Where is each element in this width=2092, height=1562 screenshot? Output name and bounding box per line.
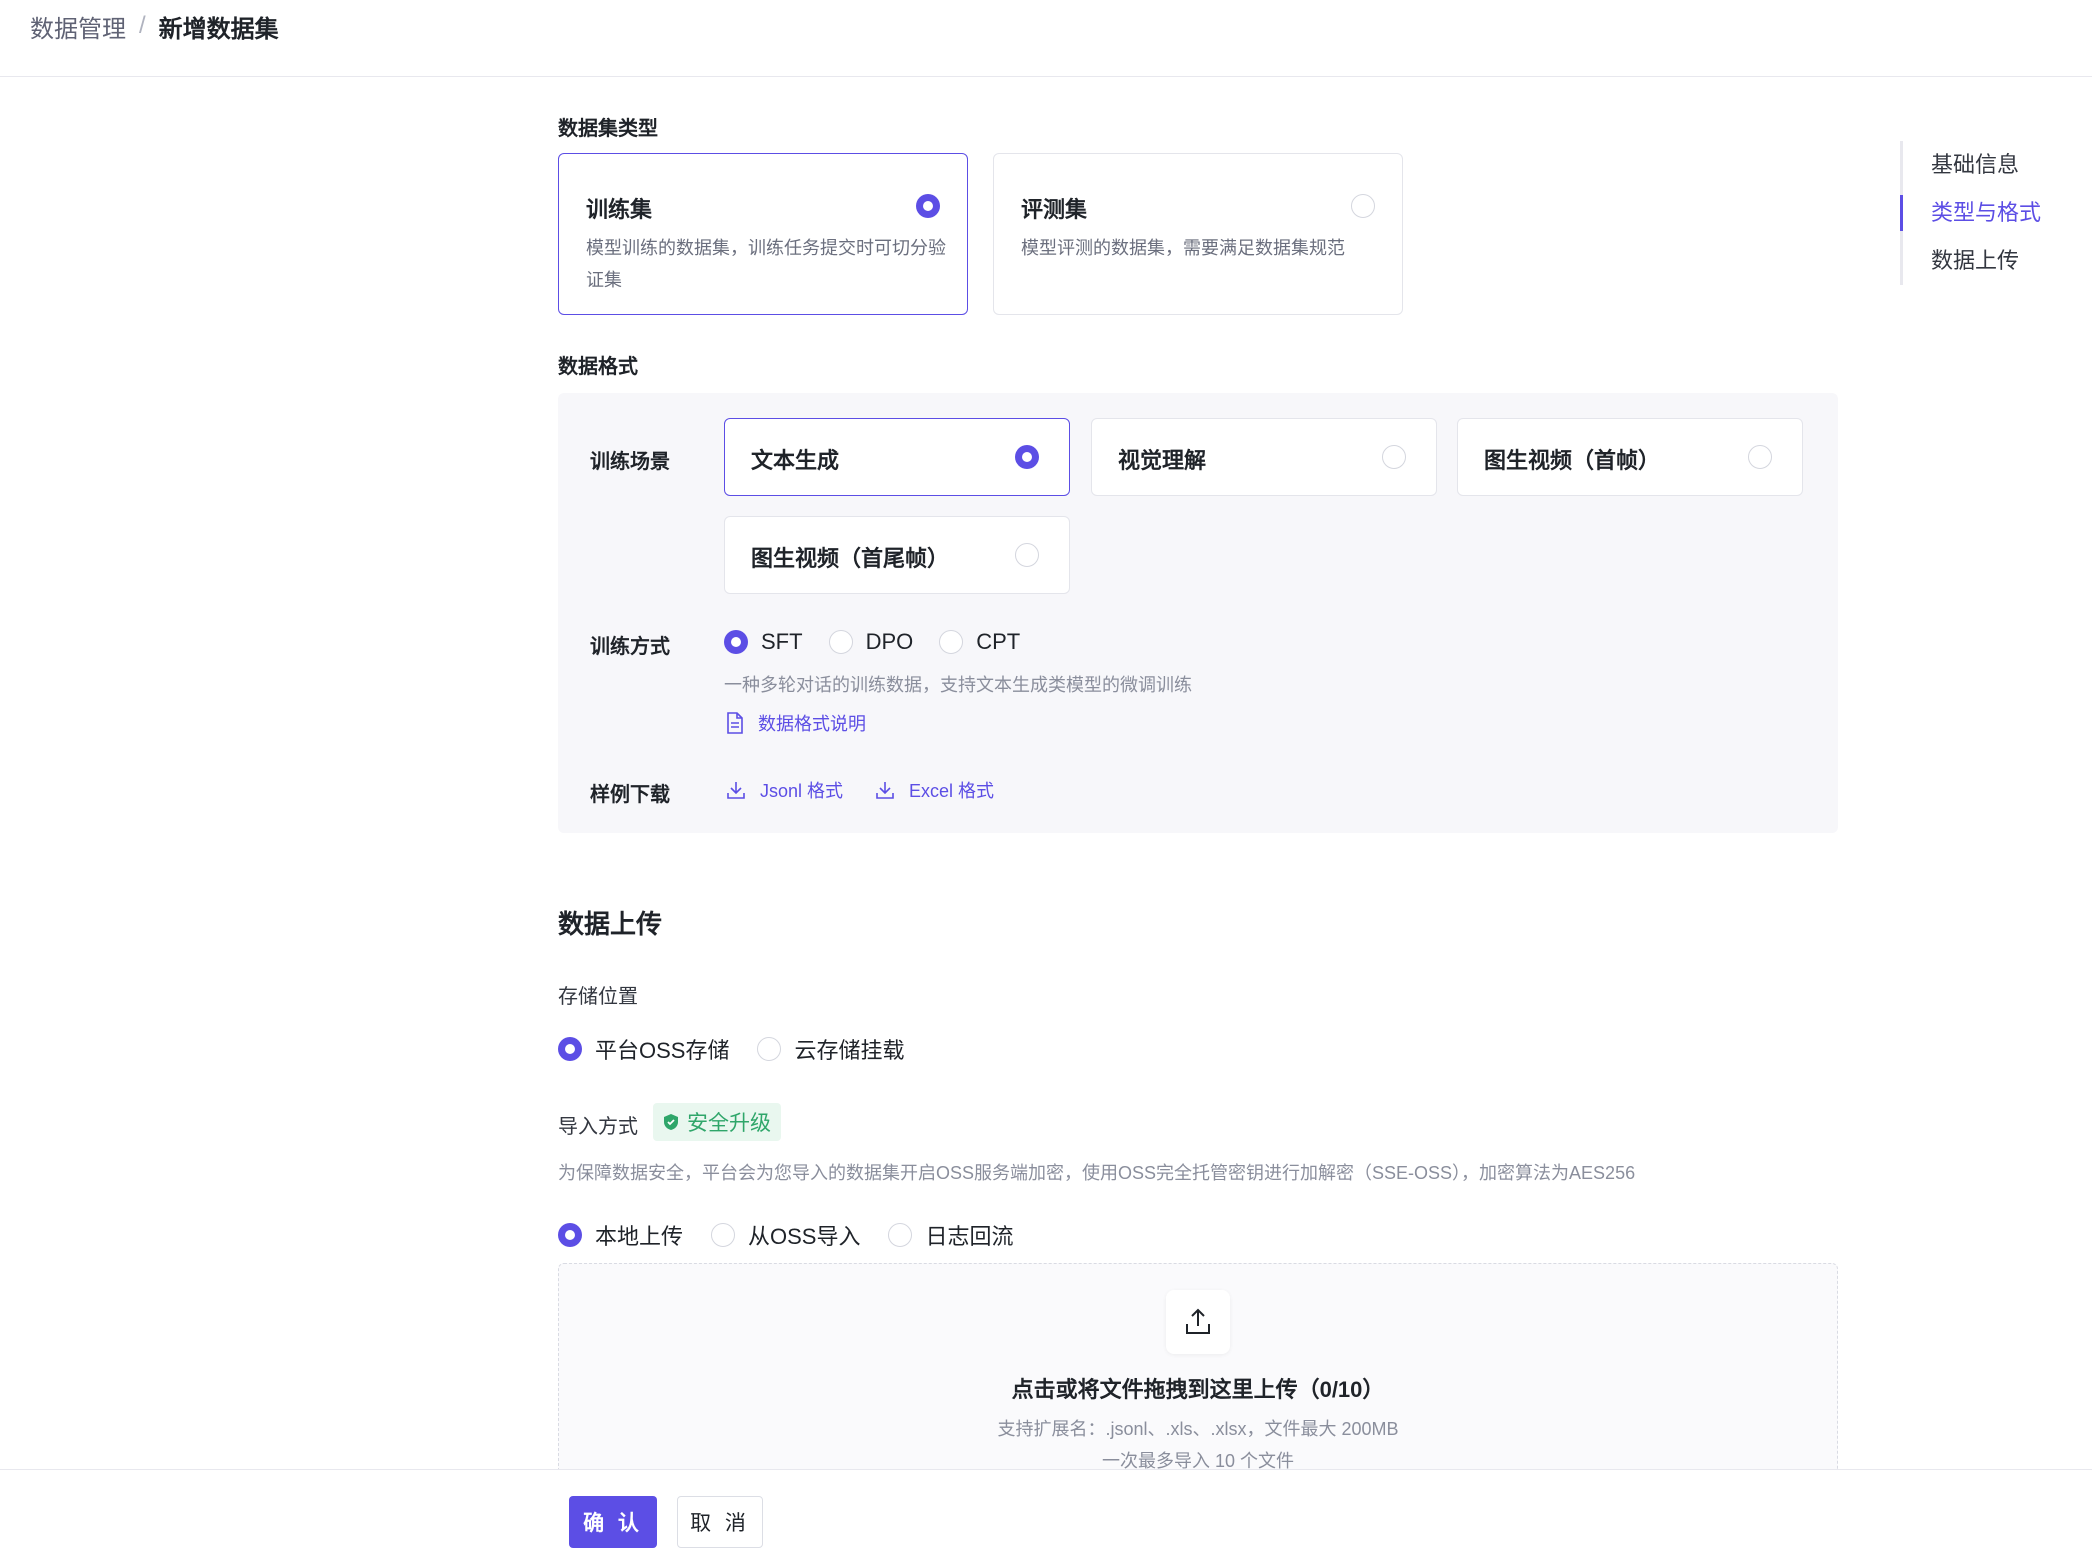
import-method-label: 导入方式 [558, 1116, 638, 1138]
page-header: 数据管理 / 新增数据集 [0, 0, 2092, 77]
dataset-type-card-train[interactable]: 训练集 模型训练的数据集，训练任务提交时可切分验证集 [558, 153, 968, 315]
breadcrumb-separator: / [139, 12, 146, 39]
training-method-label: 训练方式 [590, 636, 670, 658]
format-doc-link-text: 数据格式说明 [758, 714, 866, 734]
import-label: 日志回流 [925, 1224, 1014, 1249]
scene-title: 视觉理解 [1118, 448, 1207, 473]
import-radio-group: 本地上传 从OSS导入 日志回流 [558, 1219, 1040, 1251]
import-label: 从OSS导入 [748, 1224, 861, 1249]
anchor-item-basic-info[interactable]: 基础信息 [1903, 141, 2041, 189]
download-excel-text: Excel 格式 [909, 781, 995, 801]
import-radio[interactable] [558, 1223, 582, 1247]
scene-card-image-to-video-first-last[interactable]: 图生视频（首尾帧） [724, 516, 1070, 594]
storage-radio[interactable] [757, 1037, 782, 1061]
security-upgrade-text: 安全升级 [687, 1112, 771, 1135]
confirm-button[interactable]: 确 认 [569, 1496, 657, 1548]
data-upload-title: 数据上传 [558, 909, 663, 939]
scene-card-visual-understanding[interactable]: 视觉理解 [1091, 418, 1437, 496]
breadcrumb-parent-link[interactable]: 数据管理 [30, 9, 126, 44]
scene-radio[interactable] [1382, 445, 1406, 469]
data-format-panel: 训练场景 文本生成 视觉理解 图生视频（首帧） 图生视频（首尾帧） 训练方式 S… [558, 393, 1838, 833]
storage-radio-group: 平台OSS存储 云存储挂载 [558, 1033, 930, 1065]
scene-radio[interactable] [1015, 445, 1039, 469]
download-excel-link[interactable]: Excel 格式 [875, 777, 994, 803]
dataset-type-radio[interactable] [916, 194, 940, 218]
scene-title: 图生视频（首尾帧） [751, 546, 950, 571]
sample-download-label: 样例下载 [590, 784, 670, 806]
scene-title: 文本生成 [751, 448, 840, 473]
scene-title: 图生视频（首帧） [1484, 448, 1661, 473]
method-radio[interactable] [724, 630, 748, 654]
storage-radio[interactable] [558, 1037, 582, 1061]
scene-radio[interactable] [1748, 445, 1772, 469]
method-option-dpo[interactable]: DPO [828, 629, 914, 655]
cancel-button[interactable]: 取 消 [677, 1496, 763, 1548]
scene-radio[interactable] [1015, 543, 1039, 567]
download-icon [876, 782, 894, 799]
download-jsonl-text: Jsonl 格式 [760, 781, 844, 801]
dataset-type-desc: 模型评测的数据集，需要满足数据集规范 [1021, 238, 1345, 258]
dataset-type-title: 评测集 [1021, 197, 1088, 222]
scene-card-image-to-video-first[interactable]: 图生视频（首帧） [1457, 418, 1803, 496]
storage-location-label: 存储位置 [558, 986, 638, 1008]
method-option-sft[interactable]: SFT [724, 629, 803, 655]
import-radio[interactable] [888, 1223, 913, 1247]
security-upgrade-tag: 安全升级 [653, 1103, 781, 1141]
dataset-type-title: 训练集 [586, 197, 653, 222]
method-option-cpt[interactable]: CPT [939, 629, 1020, 655]
shield-check-icon [664, 1114, 678, 1130]
anchor-item-type-format[interactable]: 类型与格式 [1899, 189, 2041, 237]
training-scene-label: 训练场景 [590, 451, 670, 473]
anchor-item-data-upload[interactable]: 数据上传 [1903, 237, 2041, 285]
upload-support-text: 支持扩展名：.jsonl、.xls、.xlsx，文件最大 200MB [997, 1419, 1399, 1439]
dataset-type-desc: 模型训练的数据集，训练任务提交时可切分验证集 [586, 238, 946, 290]
storage-option-platform-oss[interactable]: 平台OSS存储 [558, 1033, 729, 1065]
data-format-label: 数据格式 [558, 356, 638, 378]
import-radio[interactable] [711, 1223, 736, 1247]
download-jsonl-link[interactable]: Jsonl 格式 [726, 777, 843, 803]
training-method-radio-group: SFT DPO CPT [724, 629, 1046, 655]
import-label: 本地上传 [595, 1224, 684, 1249]
import-option-log-backflow[interactable]: 日志回流 [888, 1219, 1014, 1251]
scene-card-text-generation[interactable]: 文本生成 [724, 418, 1070, 496]
document-icon [727, 712, 743, 734]
form-footer: 确 认 取 消 [0, 1469, 2092, 1562]
download-icon [727, 782, 745, 799]
method-label: SFT [761, 629, 803, 654]
dataset-type-radio[interactable] [1351, 194, 1375, 218]
upload-icon [1186, 1308, 1210, 1334]
method-label: DPO [865, 629, 914, 654]
import-option-local[interactable]: 本地上传 [558, 1219, 683, 1251]
training-method-hint: 一种多轮对话的训练数据，支持文本生成类模型的微调训练 [724, 675, 1192, 695]
breadcrumb-current: 新增数据集 [158, 15, 279, 43]
import-option-oss[interactable]: 从OSS导入 [711, 1219, 860, 1251]
storage-option-cloud-mount[interactable]: 云存储挂载 [757, 1033, 904, 1065]
security-hint: 为保障数据安全，平台会为您导入的数据集开启OSS服务端加密，使用OSS完全托管密… [558, 1163, 1636, 1183]
dataset-type-label: 数据集类型 [558, 118, 658, 140]
format-doc-link[interactable]: 数据格式说明 [726, 710, 866, 736]
method-radio[interactable] [939, 630, 964, 654]
anchor-nav: 基础信息 类型与格式 数据上传 [1899, 141, 2041, 285]
method-radio[interactable] [828, 630, 853, 654]
dataset-type-card-eval[interactable]: 评测集 模型评测的数据集，需要满足数据集规范 [993, 153, 1403, 315]
method-label: CPT [976, 629, 1021, 654]
breadcrumb: 数据管理 / 新增数据集 [30, 8, 279, 44]
upload-icon-box [1166, 1290, 1230, 1354]
upload-title: 点击或将文件拖拽到这里上传（0/10） [1011, 1377, 1385, 1402]
storage-label: 平台OSS存储 [595, 1038, 730, 1063]
storage-label: 云存储挂载 [794, 1038, 905, 1063]
